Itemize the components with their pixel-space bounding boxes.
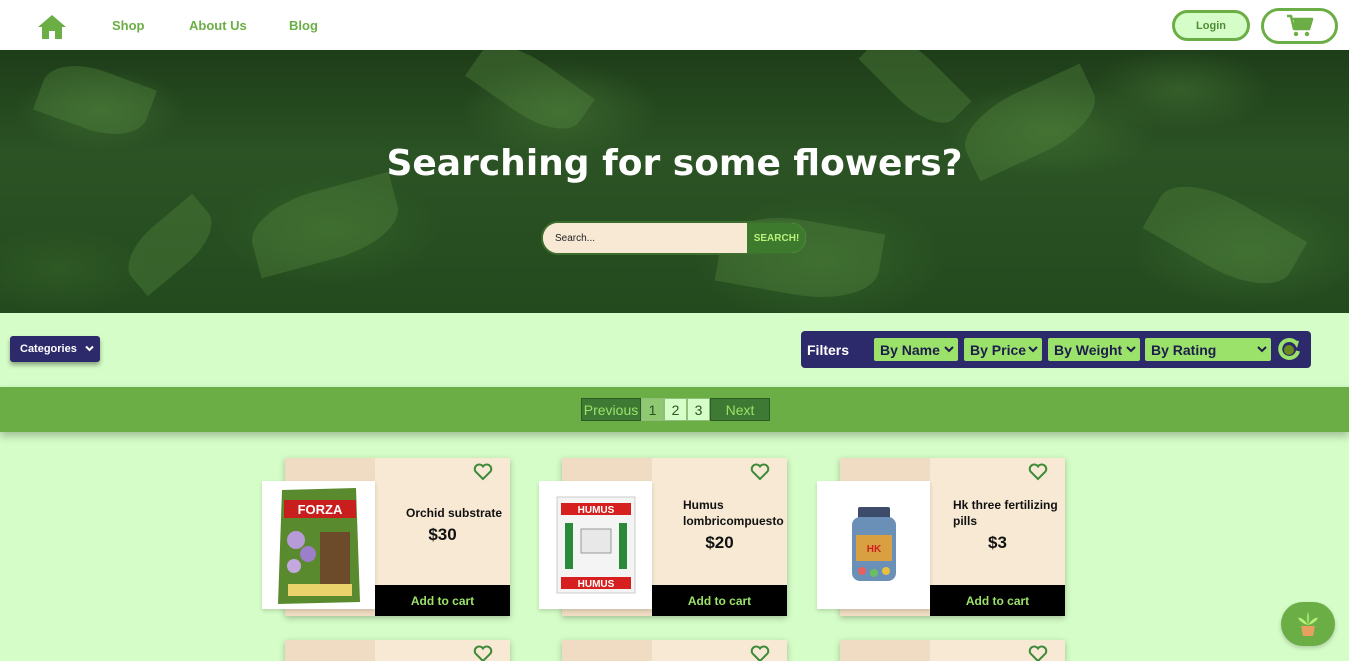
- search-bar: SEARCH!: [541, 221, 808, 255]
- product-card: [562, 640, 787, 661]
- heart-icon[interactable]: [1028, 645, 1048, 661]
- add-to-cart-button[interactable]: Add to cart: [930, 585, 1065, 616]
- product-name: Humus lombricompuesto: [683, 498, 784, 528]
- product-card: FORZA Orchid substrate $30 Add to cart: [262, 458, 510, 616]
- next-page-button[interactable]: Next: [710, 398, 770, 421]
- filter-by-name-label: By Name: [880, 341, 940, 358]
- chevron-down-icon: [85, 345, 94, 352]
- nav-link-about-us[interactable]: About Us: [189, 18, 247, 33]
- filter-by-price-select[interactable]: By Price: [964, 338, 1042, 361]
- product-card: HK Hk three fertilizing pills $3 Add to …: [817, 458, 1065, 616]
- plant-pot-icon: [1298, 612, 1318, 636]
- product-image-humus-bag[interactable]: HUMUS HUMUS: [539, 481, 652, 609]
- nav-link-blog[interactable]: Blog: [289, 18, 318, 33]
- product-image-forza-bag[interactable]: FORZA: [262, 481, 375, 609]
- page-button-1[interactable]: 1: [641, 398, 664, 421]
- product-price: $30: [428, 525, 457, 544]
- heart-icon[interactable]: [750, 645, 770, 661]
- search-input[interactable]: [543, 223, 747, 253]
- home-icon[interactable]: [37, 14, 67, 40]
- filters-label: Filters: [807, 342, 850, 358]
- refresh-icon[interactable]: [1276, 337, 1302, 361]
- categories-dropdown[interactable]: Categories: [10, 336, 100, 362]
- product-card: HUMUS HUMUS Humus lombricompuesto $20 Ad…: [539, 458, 787, 616]
- search-button[interactable]: SEARCH!: [747, 223, 806, 253]
- login-button[interactable]: Login: [1172, 10, 1250, 41]
- filter-by-rating-label: By Rating: [1151, 341, 1217, 358]
- filter-by-weight-select[interactable]: By Weight: [1048, 338, 1140, 361]
- chevron-down-icon: [1028, 346, 1038, 353]
- product-image-pill-jar[interactable]: HK: [817, 481, 930, 609]
- hero-title: Searching for some flowers?: [386, 143, 963, 184]
- product-card: [285, 640, 510, 661]
- categories-label: Categories: [20, 343, 77, 355]
- svg-text:FORZA: FORZA: [297, 502, 342, 517]
- nav-link-shop[interactable]: Shop: [112, 18, 145, 33]
- previous-page-button[interactable]: Previous: [581, 398, 641, 421]
- svg-text:HK: HK: [866, 544, 881, 555]
- product-price: $3: [988, 533, 1007, 552]
- top-nav: Shop About Us Blog Login: [0, 0, 1349, 50]
- page-button-2[interactable]: 2: [664, 398, 687, 421]
- product-name: Hk three fertilizing pills: [953, 498, 1058, 528]
- filter-by-weight-label: By Weight: [1054, 341, 1123, 358]
- product-price: $20: [705, 533, 734, 552]
- heart-icon[interactable]: [473, 645, 493, 661]
- product-card: [840, 640, 1065, 661]
- heart-icon[interactable]: [750, 463, 770, 481]
- filter-by-price-label: By Price: [970, 341, 1027, 358]
- pagination: Previous 1 2 3 Next: [581, 398, 770, 421]
- filter-by-name-select[interactable]: By Name: [874, 338, 958, 361]
- chevron-down-icon: [944, 346, 954, 353]
- heart-icon[interactable]: [473, 463, 493, 481]
- heart-icon[interactable]: [1028, 463, 1048, 481]
- plant-assistant-button[interactable]: [1281, 602, 1335, 646]
- hero-banner: Searching for some flowers? SEARCH!: [0, 50, 1349, 313]
- svg-text:HUMUS: HUMUS: [577, 579, 614, 590]
- cart-button[interactable]: [1261, 8, 1338, 44]
- page-button-3[interactable]: 3: [687, 398, 710, 421]
- chevron-down-icon: [1257, 346, 1267, 353]
- product-name: Orchid substrate: [406, 506, 503, 520]
- filter-by-rating-select[interactable]: By Rating: [1145, 338, 1271, 361]
- chevron-down-icon: [1126, 346, 1136, 353]
- cart-icon: [1286, 14, 1313, 37]
- add-to-cart-button[interactable]: Add to cart: [375, 585, 510, 616]
- filters-panel: Filters By Name By Price By Weight By Ra…: [801, 331, 1311, 368]
- add-to-cart-button[interactable]: Add to cart: [652, 585, 787, 616]
- svg-text:HUMUS: HUMUS: [577, 505, 614, 516]
